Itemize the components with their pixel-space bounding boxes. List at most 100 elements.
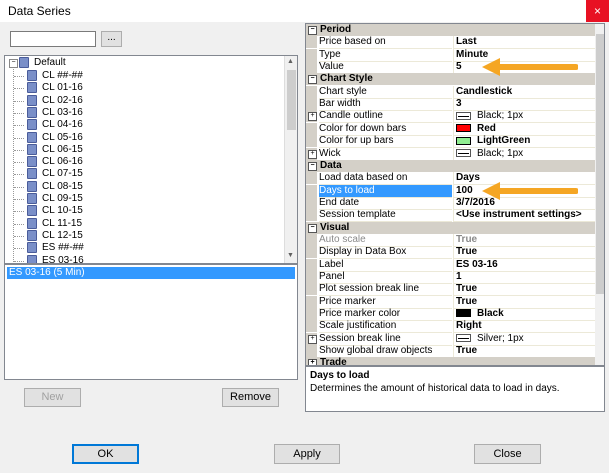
property-value-field[interactable]: ES 03-16 [453, 258, 598, 272]
category-next-category[interactable]: + Trade [306, 357, 595, 366]
expand-icon[interactable]: + [308, 149, 317, 159]
expand-icon[interactable]: + [308, 112, 317, 122]
property-row[interactable]: Price marker True [306, 295, 598, 309]
category-period[interactable]: − Period [306, 24, 595, 36]
color-swatch-icon [456, 136, 471, 145]
property-row[interactable]: Color for down bars Red [306, 122, 598, 136]
tree-collapse-icon[interactable]: − [9, 59, 18, 68]
property-value-field[interactable]: True [453, 246, 598, 260]
property-name: Load data based on [319, 172, 452, 186]
row-margin [306, 271, 317, 283]
tree-item[interactable]: CL 01-16 [27, 82, 83, 94]
scroll-down-icon[interactable]: ▼ [287, 252, 294, 259]
property-value-field[interactable]: Silver; 1px [453, 332, 598, 346]
property-value-field[interactable]: Last [453, 36, 598, 50]
property-value-field[interactable]: True [453, 283, 598, 297]
tree-item[interactable]: CL 08-15 [27, 180, 83, 193]
database-icon [27, 143, 37, 155]
property-row[interactable]: Session template <Use instrument settings… [306, 209, 598, 223]
database-icon [27, 119, 37, 131]
tree-item[interactable]: CL 06-15 [27, 143, 83, 156]
new-button[interactable]: New [24, 388, 81, 407]
tree-item[interactable]: CL ##-## [27, 70, 83, 82]
property-row[interactable]: Show global draw objects True [306, 345, 598, 359]
tree-item-label: ES ##-## [42, 242, 84, 254]
tree-item-label: CL 02-16 [42, 94, 83, 106]
property-name: Bar width [319, 98, 452, 112]
tree-item[interactable]: CL 11-15 [27, 217, 82, 230]
property-value: Red [477, 122, 496, 134]
collapse-icon[interactable]: − [308, 75, 317, 85]
property-row[interactable]: Chart style Candlestick [306, 85, 598, 99]
property-value-field[interactable]: LightGreen [453, 135, 598, 149]
tree-item[interactable]: ES 03-16 [27, 254, 84, 263]
tree-item[interactable]: CL 05-16 [27, 131, 83, 144]
color-swatch-icon [456, 148, 471, 157]
property-value-field[interactable]: Black [453, 308, 598, 322]
tree-item[interactable]: CL 06-16 [27, 156, 83, 168]
series-list-item-selected[interactable]: ES 03-16 (5 Min) [7, 267, 295, 279]
close-window-button[interactable]: × [586, 0, 609, 22]
property-row[interactable]: + Candle outline Black; 1px [306, 110, 598, 124]
close-button[interactable]: Close [474, 444, 541, 464]
property-row[interactable]: Auto scale True [306, 233, 598, 247]
instrument-search-input[interactable] [10, 31, 96, 47]
tree-item[interactable]: CL 07-15 [27, 168, 83, 180]
property-row[interactable]: Bar width 3 [306, 98, 598, 112]
property-value-field[interactable]: 3 [453, 98, 598, 112]
tree-item[interactable]: CL 09-15 [27, 193, 83, 205]
property-value-field[interactable]: Right [453, 320, 598, 334]
expand-icon[interactable]: + [308, 334, 317, 344]
property-value-field[interactable]: Black; 1px [453, 147, 598, 161]
tree-scrollbar[interactable]: ▲ ▼ [284, 56, 297, 263]
property-row[interactable]: Color for up bars LightGreen [306, 135, 598, 149]
tree-item[interactable]: CL 12-15 [27, 229, 83, 242]
property-value-field[interactable]: True [453, 233, 598, 247]
tree-scroll-thumb[interactable] [287, 70, 296, 130]
tree-item[interactable]: CL 02-16 [27, 94, 83, 107]
property-value-field[interactable]: True [453, 295, 598, 309]
property-value-field[interactable]: 1 [453, 271, 598, 284]
database-icon [27, 180, 37, 192]
property-row[interactable]: + Session break line Silver; 1px [306, 332, 598, 346]
scroll-up-icon[interactable]: ▲ [287, 58, 294, 65]
remove-button[interactable]: Remove [222, 388, 279, 407]
property-value-field[interactable]: Black; 1px [453, 110, 598, 124]
property-value-field[interactable]: True [453, 345, 598, 359]
tree-item-label: CL 09-15 [42, 193, 83, 205]
tree-item[interactable]: CL 04-16 [27, 119, 83, 131]
collapse-icon[interactable]: − [308, 161, 317, 171]
property-row[interactable]: Panel 1 [306, 271, 598, 284]
property-row[interactable]: Display in Data Box True [306, 246, 598, 260]
property-value-field[interactable]: Red [453, 122, 598, 136]
apply-button[interactable]: Apply [274, 444, 340, 464]
tree-item[interactable]: CL 03-16 [27, 106, 83, 119]
property-row[interactable]: Price marker color Black [306, 308, 598, 322]
property-row[interactable]: + Wick Black; 1px [306, 147, 598, 161]
property-row[interactable]: Plot session break line True [306, 283, 598, 297]
property-grid-scrollbar[interactable] [595, 24, 604, 365]
ok-button[interactable]: OK [72, 444, 139, 464]
property-grid-scroll-thumb[interactable] [596, 34, 604, 294]
collapse-icon[interactable]: − [308, 26, 317, 35]
property-row[interactable]: Scale justification Right [306, 320, 598, 334]
category-data[interactable]: − Data [306, 159, 595, 172]
tree-item-label: CL 06-16 [42, 156, 83, 168]
instrument-tree[interactable]: − Default CL ##-## CL 01-16 CL 02-16 CL 03-… [4, 55, 298, 264]
property-value: True [456, 295, 478, 307]
category-label: Trade [320, 357, 347, 366]
category-visual[interactable]: − Visual [306, 221, 595, 234]
property-row[interactable]: Price based on Last [306, 36, 598, 50]
property-value-field[interactable]: Candlestick [453, 85, 598, 99]
row-margin [306, 258, 317, 271]
row-margin [306, 283, 317, 296]
browse-button[interactable]: ... [101, 31, 122, 47]
tree-root[interactable]: Default [19, 57, 66, 69]
collapse-icon[interactable]: − [308, 223, 317, 233]
tree-item[interactable]: ES ##-## [27, 242, 84, 254]
property-row[interactable]: Label ES 03-16 [306, 258, 598, 272]
tree-item[interactable]: CL 10-15 [27, 205, 83, 217]
property-value-field[interactable]: <Use instrument settings> [453, 209, 598, 223]
series-list[interactable]: ES 03-16 (5 Min) [4, 264, 298, 380]
color-swatch-icon [456, 334, 471, 343]
